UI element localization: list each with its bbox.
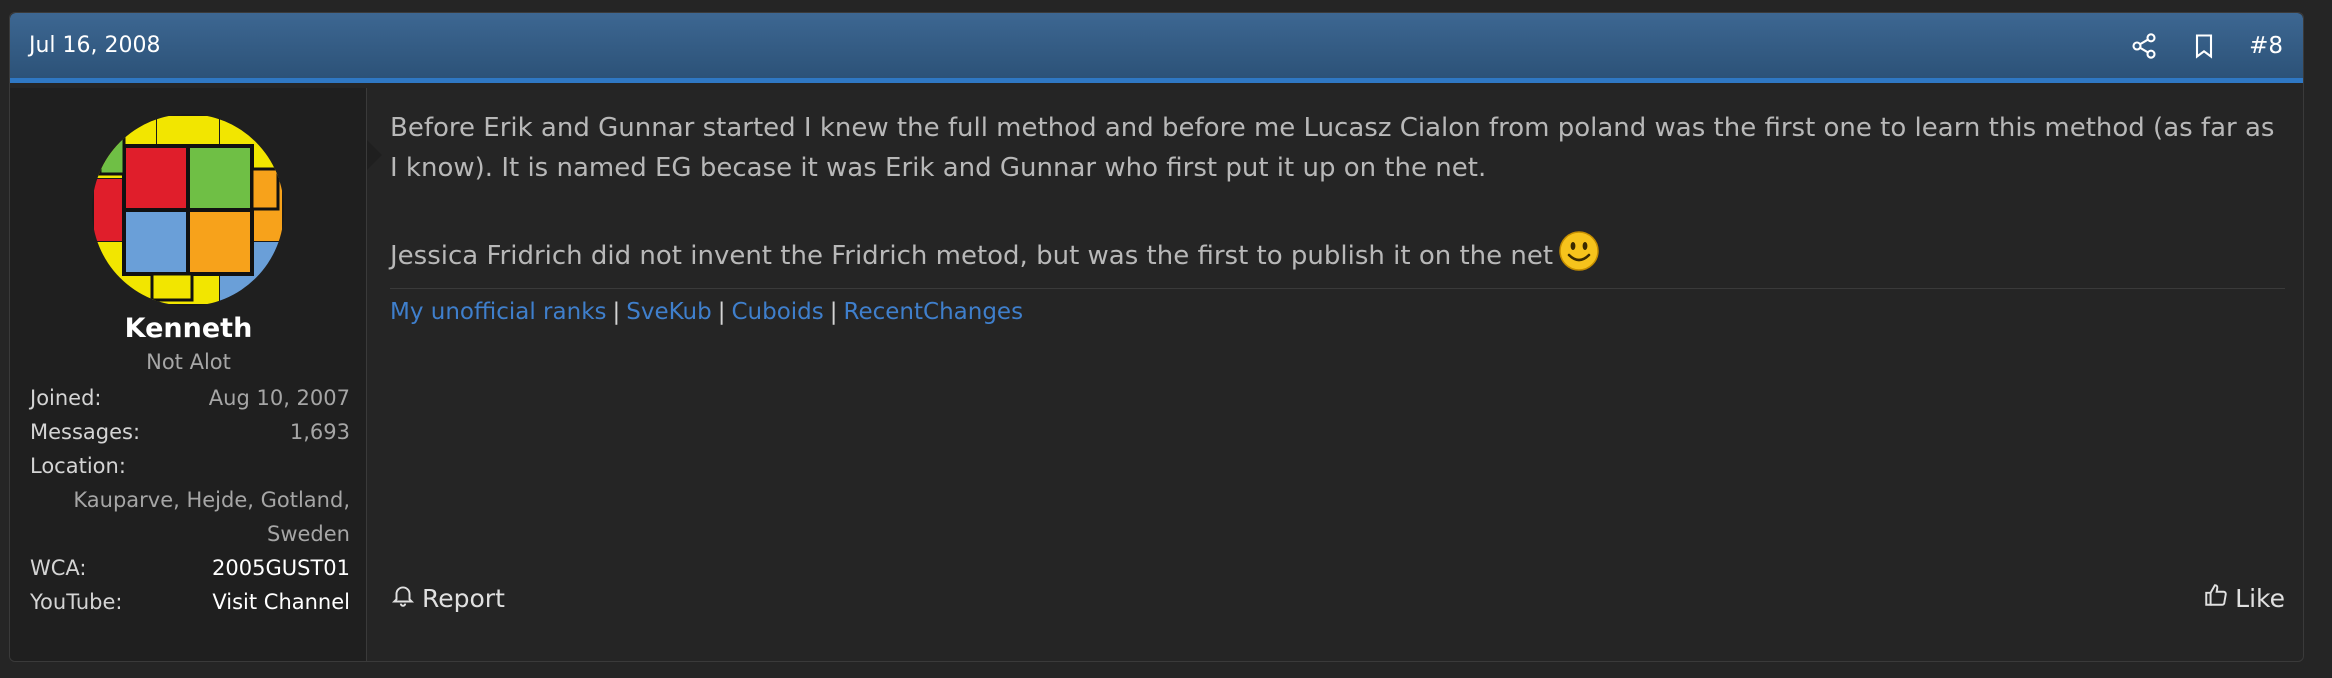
wca-id-link[interactable]: 2005GUST01: [212, 551, 350, 585]
signature-link-ranks[interactable]: My unofficial ranks: [390, 299, 607, 325]
stat-label: Messages:: [30, 420, 141, 444]
signature: My unofficial ranks | SveKub | Cuboids | Recen…: [390, 288, 2285, 325]
post-date[interactable]: Jul 16, 2008: [29, 33, 161, 58]
report-label: Report: [422, 583, 505, 613]
signature-link-recentchanges[interactable]: RecentChanges: [844, 299, 1024, 325]
user-avatar[interactable]: [92, 114, 284, 306]
forum-post: Jul 16, 2008 #8 Kenneth Not Alot Joined:…: [9, 12, 2304, 662]
post-number-link[interactable]: #8: [2249, 33, 2283, 59]
stat-label: Joined:: [30, 386, 102, 410]
post-header: Jul 16, 2008 #8: [10, 13, 2303, 83]
signature-link-cuboids[interactable]: Cuboids: [731, 299, 823, 325]
stat-location: Location:: [30, 449, 350, 483]
stat-messages: Messages: 1,693: [30, 415, 350, 449]
stat-label: Location:: [30, 454, 126, 478]
location-value-line1: Kauparve, Hejde, Gotland,: [73, 488, 350, 512]
message-body: Before Erik and Gunnar started I knew th…: [390, 108, 2285, 276]
signature-separator: |: [829, 299, 838, 325]
stat-label: YouTube:: [30, 590, 123, 614]
post-header-actions: #8: [2129, 29, 2283, 63]
post-action-bar: Report Like: [390, 576, 2285, 620]
message-paragraph: Before Erik and Gunnar started I knew th…: [390, 113, 2275, 183]
like-label: Like: [2235, 583, 2285, 613]
stat-joined: Joined: Aug 10, 2007: [30, 381, 350, 415]
signature-separator: |: [717, 299, 726, 325]
stat-youtube: YouTube: Visit Channel: [30, 585, 350, 619]
stat-value: Aug 10, 2007: [208, 386, 350, 410]
bookmark-icon[interactable]: [2189, 31, 2219, 61]
post-content: Before Erik and Gunnar started I knew th…: [390, 88, 2285, 661]
username[interactable]: Kenneth: [10, 313, 367, 344]
stat-label: WCA:: [30, 556, 87, 580]
user-title: Not Alot: [146, 350, 231, 374]
user-info-panel: Kenneth Not Alot Joined: Aug 10, 2007 Me…: [10, 88, 382, 661]
thumbs-up-icon: [2203, 582, 2229, 614]
youtube-channel-link[interactable]: Visit Channel: [212, 585, 350, 619]
signature-link-svekub[interactable]: SveKub: [626, 299, 711, 325]
bell-icon: [390, 582, 416, 614]
report-button[interactable]: Report: [390, 582, 505, 614]
like-button[interactable]: Like: [2203, 582, 2285, 614]
stat-wca: WCA: 2005GUST01: [30, 551, 350, 585]
signature-separator: |: [612, 299, 621, 325]
user-stats: Joined: Aug 10, 2007 Messages: 1,693 Loc…: [30, 381, 350, 619]
message-paragraph-text: Jessica Fridrich did not invent the Frid…: [390, 241, 1554, 271]
smiley-icon: [1558, 230, 1600, 272]
message-paragraph-2: Jessica Fridrich did not invent the Frid…: [390, 230, 2285, 276]
stat-value: 1,693: [289, 420, 350, 444]
share-icon[interactable]: [2129, 31, 2159, 61]
location-value-line2: Sweden: [267, 522, 350, 546]
